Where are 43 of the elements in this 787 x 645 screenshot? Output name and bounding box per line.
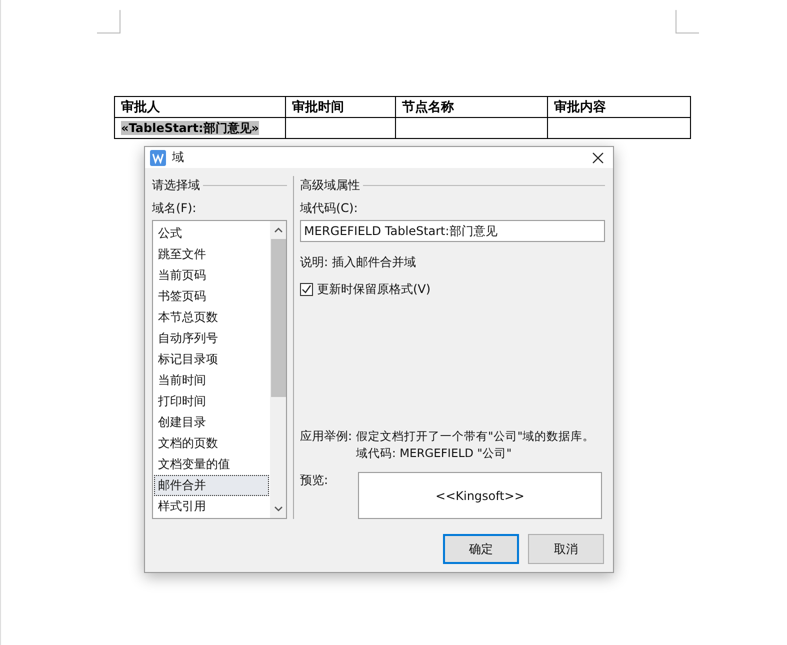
preview-label: 预览: <box>300 472 330 489</box>
dialog-title: 域 <box>172 149 185 166</box>
scroll-up-icon[interactable] <box>274 227 282 233</box>
description-text: 说明: 插入邮件合并域 <box>300 254 417 271</box>
example-text: 域代码: MERGEFIELD "公司" <box>356 445 513 462</box>
group-title: 高级域属性 <box>300 176 360 194</box>
example-text: 假定文档打开了一个带有"公司"域的数据库。 <box>356 428 595 445</box>
list-item[interactable]: 当前页码 <box>154 265 269 286</box>
list-item[interactable]: 公式 <box>154 223 269 244</box>
dialog-button[interactable]: 确定 <box>443 534 519 564</box>
list-item[interactable]: 邮件合并 <box>154 475 269 496</box>
list-item[interactable]: 打印时间 <box>154 391 269 412</box>
merge-field: «TableStart:部门意见» <box>121 120 260 134</box>
table-header-cell: 节点名称 <box>396 96 548 118</box>
field-code-label: 域代码(C): <box>300 200 359 216</box>
corner-mark-icon <box>675 10 699 34</box>
list-item[interactable]: 样式引用 <box>154 496 269 517</box>
field-list[interactable]: 公式 跳至文件 当前页码 书签页码 本节总页数 自动序列号 标记目录项 当前时间 打印时间 创建目录 文档的页数 文档变量的值 邮件合并 样式引用 <box>152 220 287 519</box>
corner-mark-icon <box>97 10 121 34</box>
list-item[interactable]: 跳至文件 <box>154 244 269 265</box>
list-item[interactable]: 当前时间 <box>154 370 269 391</box>
scroll-thumb[interactable] <box>270 239 286 397</box>
list-item[interactable]: 标记目录项 <box>154 349 269 370</box>
field-code-input[interactable]: MERGEFIELD TableStart:部门意见 <box>300 220 605 242</box>
list-item[interactable]: 文档的页数 <box>154 433 269 454</box>
app-icon <box>150 150 166 166</box>
checkbox-label: 更新时保留原格式(V) <box>317 281 431 298</box>
group-title: 请选择域 <box>152 176 200 194</box>
table-header-cell: 审批内容 <box>548 96 690 118</box>
field-name-label: 域名(F): <box>152 200 198 216</box>
list-item[interactable]: 自动序列号 <box>154 328 269 349</box>
dialog-button[interactable]: 取消 <box>528 534 604 564</box>
scroll-down-icon[interactable] <box>274 506 282 512</box>
list-item[interactable]: 创建目录 <box>154 412 269 433</box>
checkbox[interactable] <box>300 283 313 296</box>
list-item[interactable]: 本节总页数 <box>154 307 269 328</box>
example-label: 应用举例: <box>300 428 352 445</box>
scrollbar[interactable] <box>270 221 286 518</box>
list-item[interactable]: 书签页码 <box>154 286 269 307</box>
table-header-cell: 审批时间 <box>286 96 396 118</box>
preview-text: <<Kingsoft>> <box>436 488 524 502</box>
list-item[interactable]: 文档变量的值 <box>154 454 269 475</box>
close-icon[interactable] <box>592 152 604 164</box>
